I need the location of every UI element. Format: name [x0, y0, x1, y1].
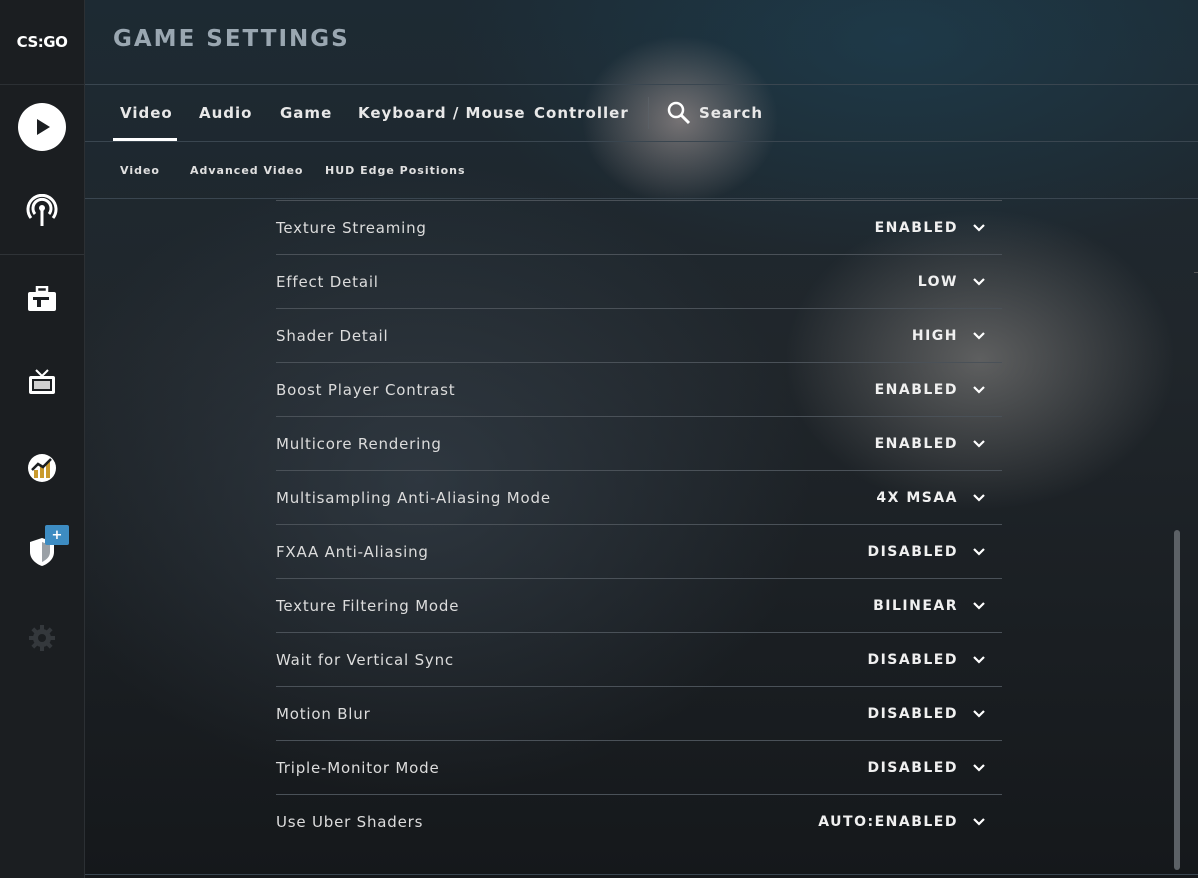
- main-tabs: Video Audio Game Keyboard / Mouse Contro…: [85, 85, 1198, 142]
- setting-value: DISABLED: [867, 651, 958, 668]
- setting-value: ENABLED: [874, 381, 958, 398]
- setting-label: Multisampling Anti-Aliasing Mode: [276, 488, 551, 507]
- search-label: Search: [699, 104, 764, 122]
- sidebar-divider: [0, 254, 84, 255]
- setting-dropdown[interactable]: AUTO:ENABLED: [818, 814, 1002, 830]
- tab-controller[interactable]: Controller: [534, 85, 629, 141]
- setting-dropdown[interactable]: DISABLED: [867, 706, 1002, 722]
- setting-row: Motion Blur DISABLED: [276, 687, 1002, 741]
- broadcast-icon[interactable]: [18, 187, 66, 235]
- setting-label: Texture Streaming: [276, 218, 427, 237]
- setting-dropdown[interactable]: DISABLED: [867, 544, 1002, 560]
- sub-tabs: Video Advanced Video HUD Edge Positions: [85, 142, 1198, 199]
- chevron-down-icon: [973, 547, 985, 556]
- setting-value: LOW: [917, 273, 958, 290]
- setting-row: Texture Filtering Mode BILINEAR: [276, 579, 1002, 633]
- setting-label: Effect Detail: [276, 272, 379, 291]
- setting-row: Effect Detail LOW: [276, 255, 1002, 309]
- setting-value: DISABLED: [867, 759, 958, 776]
- setting-dropdown[interactable]: BILINEAR: [873, 598, 1002, 614]
- setting-row: Multicore Rendering ENABLED: [276, 417, 1002, 471]
- setting-row: Wait for Vertical Sync DISABLED: [276, 633, 1002, 687]
- chevron-down-icon: [973, 331, 985, 340]
- chevron-down-icon: [973, 655, 985, 664]
- setting-label: Motion Blur: [276, 704, 371, 723]
- setting-dropdown[interactable]: HIGH: [912, 328, 1002, 344]
- stats-icon[interactable]: [18, 444, 66, 492]
- chevron-down-icon: [973, 709, 985, 718]
- setting-label: Multicore Rendering: [276, 434, 442, 453]
- setting-dropdown[interactable]: DISABLED: [867, 760, 1002, 776]
- setting-value: BILINEAR: [873, 597, 958, 614]
- edge-divider: [1194, 272, 1198, 273]
- chevron-down-icon: [973, 223, 985, 232]
- chevron-down-icon: [973, 277, 985, 286]
- subtab-advanced-video[interactable]: Advanced Video: [190, 142, 303, 198]
- search-icon: [667, 101, 691, 125]
- play-button[interactable]: [18, 103, 66, 151]
- setting-dropdown[interactable]: ENABLED: [875, 382, 1002, 398]
- logo-text: CS:GO: [16, 33, 68, 51]
- setting-value: DISABLED: [867, 543, 958, 560]
- setting-dropdown[interactable]: DISABLED: [867, 652, 1002, 668]
- chevron-down-icon: [973, 817, 985, 826]
- setting-dropdown[interactable]: LOW: [918, 274, 1002, 290]
- setting-value: HIGH: [911, 327, 958, 344]
- chevron-down-icon: [973, 385, 985, 394]
- setting-row: FXAA Anti-Aliasing DISABLED: [276, 525, 1002, 579]
- setting-dropdown[interactable]: 4X MSAA: [876, 490, 1002, 506]
- setting-label: Boost Player Contrast: [276, 380, 456, 399]
- scrollbar-thumb[interactable]: [1174, 530, 1180, 870]
- setting-label: Triple-Monitor Mode: [276, 758, 440, 777]
- setting-label: Texture Filtering Mode: [276, 596, 460, 615]
- subtab-video[interactable]: Video: [120, 142, 160, 198]
- setting-label: Wait for Vertical Sync: [276, 650, 454, 669]
- chevron-down-icon: [973, 439, 985, 448]
- setting-row: Triple-Monitor Mode DISABLED: [276, 741, 1002, 795]
- play-icon: [18, 103, 66, 151]
- chevron-down-icon: [973, 763, 985, 772]
- setting-row: Boost Player Contrast ENABLED: [276, 363, 1002, 417]
- setting-row: Multisampling Anti-Aliasing Mode 4X MSAA: [276, 471, 1002, 525]
- settings-list: Texture Streaming ENABLED Effect Detail …: [276, 201, 1002, 848]
- setting-dropdown[interactable]: ENABLED: [875, 220, 1002, 236]
- sidebar: CS:GO +: [0, 0, 85, 878]
- chevron-down-icon: [973, 601, 985, 610]
- bottom-divider: [85, 874, 1198, 875]
- setting-value: ENABLED: [874, 435, 958, 452]
- tab-divider: [648, 97, 649, 129]
- setting-row: Shader Detail HIGH: [276, 309, 1002, 363]
- tab-keyboard-mouse[interactable]: Keyboard / Mouse: [358, 85, 526, 141]
- plus-badge[interactable]: +: [45, 525, 69, 545]
- briefcase-icon[interactable]: [18, 275, 66, 323]
- header: GAME SETTINGS: [85, 0, 1198, 85]
- subtab-hud-edge-positions[interactable]: HUD Edge Positions: [325, 142, 466, 198]
- setting-value: AUTO:ENABLED: [818, 813, 958, 830]
- csgo-logo[interactable]: CS:GO: [0, 0, 84, 85]
- gear-icon[interactable]: [18, 614, 66, 662]
- tab-audio[interactable]: Audio: [199, 85, 252, 141]
- setting-row: Texture Streaming ENABLED: [276, 201, 1002, 255]
- tv-icon[interactable]: [18, 359, 66, 407]
- search-button[interactable]: Search: [667, 85, 763, 141]
- setting-row: Use Uber Shaders AUTO:ENABLED: [276, 795, 1002, 848]
- setting-label: FXAA Anti-Aliasing: [276, 542, 429, 561]
- tab-game[interactable]: Game: [280, 85, 332, 141]
- setting-label: Use Uber Shaders: [276, 812, 424, 831]
- page-title: GAME SETTINGS: [113, 26, 350, 52]
- setting-dropdown[interactable]: ENABLED: [875, 436, 1002, 452]
- setting-value: DISABLED: [867, 705, 958, 722]
- setting-label: Shader Detail: [276, 326, 389, 345]
- chevron-down-icon: [973, 493, 985, 502]
- tab-video[interactable]: Video: [113, 85, 177, 141]
- setting-value: 4X MSAA: [876, 489, 958, 506]
- setting-value: ENABLED: [874, 219, 958, 236]
